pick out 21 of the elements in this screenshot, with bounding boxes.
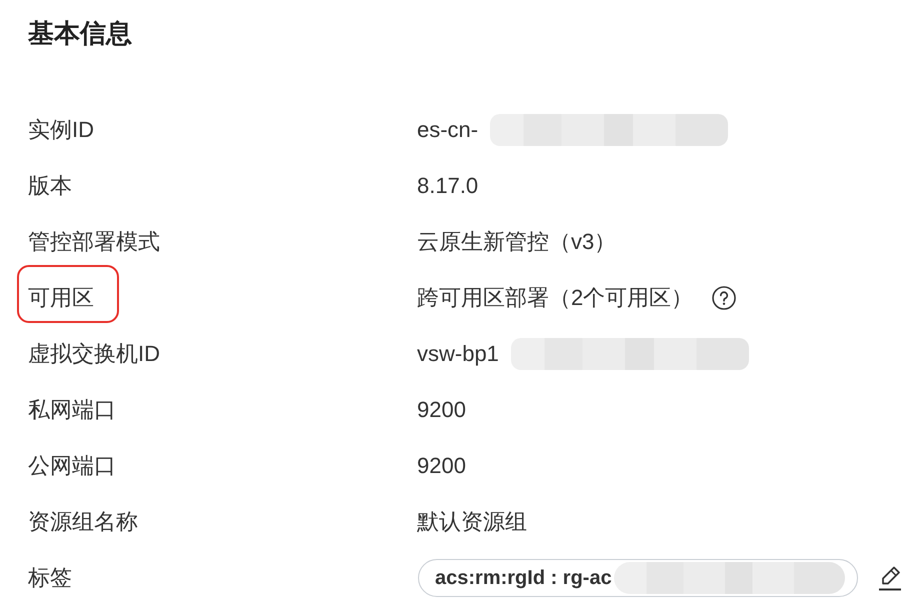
field-label: 实例ID (28, 116, 95, 144)
tag-text: acs:rm:rgId : rg-ac (435, 566, 612, 591)
field-value: 默认资源组 (417, 508, 527, 536)
field-value: es-cn- (417, 116, 478, 144)
field-label: 管控部署模式 (28, 228, 161, 256)
help-icon[interactable] (712, 286, 736, 310)
field-value: 9200 (417, 452, 466, 480)
field-value: 8.17.0 (417, 172, 478, 200)
field-label: 资源组名称 (28, 508, 139, 536)
field-label: 版本 (28, 172, 73, 200)
field-value: 9200 (417, 396, 466, 424)
field-label: 公网端口 (28, 452, 117, 480)
pencil-icon[interactable] (878, 565, 902, 591)
field-value: 云原生新管控（v3） (417, 228, 616, 256)
field-value: vsw-bp1 (417, 340, 499, 368)
field-value: 跨可用区部署（2个可用区） (417, 284, 694, 312)
field-label: 标签 (28, 564, 73, 592)
page-title: 基本信息 (28, 17, 132, 50)
field-label: 虚拟交换机ID (28, 340, 161, 368)
field-label: 可用区 (28, 284, 95, 312)
field-label: 私网端口 (28, 396, 117, 424)
